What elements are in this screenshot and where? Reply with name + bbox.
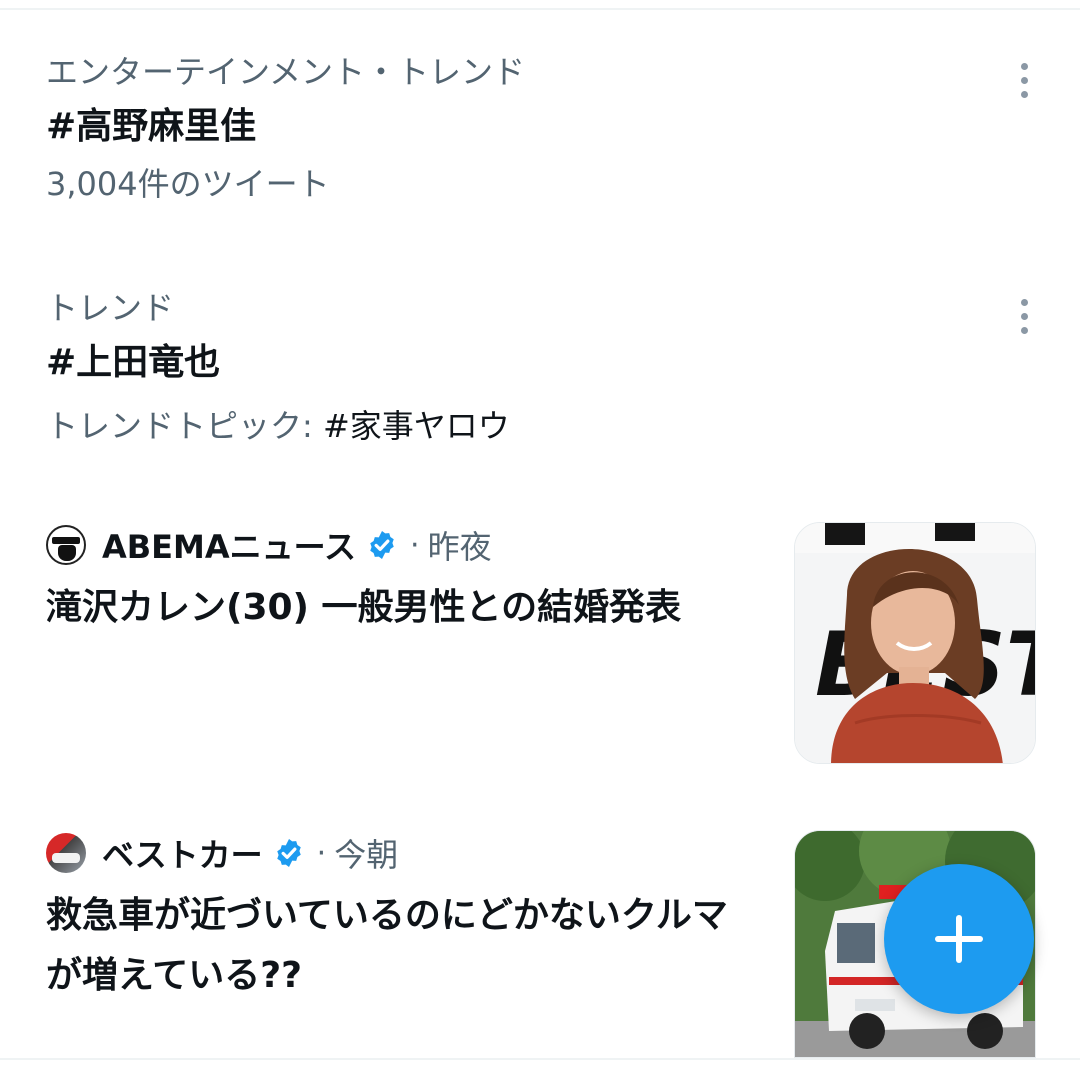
compose-tweet-button[interactable] <box>884 864 1034 1014</box>
plus-icon <box>935 915 983 963</box>
bottom-divider <box>0 1058 1080 1060</box>
trend-more-button[interactable] <box>1004 288 1044 344</box>
trend-topic-prefix: トレンドトピック: <box>46 407 323 445</box>
trend-tweet-count: 3,004件のツイート <box>46 165 330 203</box>
abema-avatar <box>46 525 86 565</box>
news-thumbnail-1[interactable]: BEST <box>794 522 1036 764</box>
trend-name: #高野麻里佳 <box>46 106 257 147</box>
news-source-name: ベストカー <box>102 836 263 874</box>
trend-category: エンターテインメント・トレンド <box>46 53 526 91</box>
trend-category: トレンド <box>46 289 175 327</box>
trend-topic-line: トレンドトピック: #家事ヤロウ <box>46 406 1006 446</box>
news-source-name: ABEMAニュース <box>102 528 357 566</box>
more-vertical-icon <box>1020 298 1028 306</box>
trend-item-2[interactable]: トレンド #上田竜也 トレンドトピック: #家事ヤロウ <box>46 288 1006 446</box>
news-time: 昨夜 <box>427 528 492 566</box>
trend-topic-link[interactable]: #家事ヤロウ <box>323 407 510 445</box>
bestcar-avatar <box>46 833 86 873</box>
separator-dot: · <box>410 527 420 563</box>
top-divider <box>0 8 1080 10</box>
verified-badge-icon <box>370 531 394 559</box>
news-item-2[interactable]: ベストカー · 今朝 救急車が近づいているのにどかないクルマが増えている?? <box>46 830 776 1006</box>
news-headline: 滝沢カレン(30) 一般男性との結婚発表 <box>46 587 682 628</box>
trend-item-1[interactable]: エンターテインメント・トレンド #高野麻里佳 3,004件のツイート <box>46 52 1006 204</box>
news-source-row: ベストカー · 今朝 <box>46 830 776 876</box>
trend-name: #上田竜也 <box>46 342 221 383</box>
news-time: 今朝 <box>334 836 399 874</box>
news-headline: 救急車が近づいているのにどかないクルマが増えている?? <box>46 895 728 996</box>
news-item-1[interactable]: ABEMAニュース · 昨夜 滝沢カレン(30) 一般男性との結婚発表 <box>46 522 776 638</box>
news-source-row: ABEMAニュース · 昨夜 <box>46 522 776 568</box>
separator-dot: · <box>316 835 327 871</box>
verified-badge-icon <box>276 839 301 867</box>
more-vertical-icon <box>1020 62 1028 70</box>
trend-more-button[interactable] <box>1004 52 1044 108</box>
